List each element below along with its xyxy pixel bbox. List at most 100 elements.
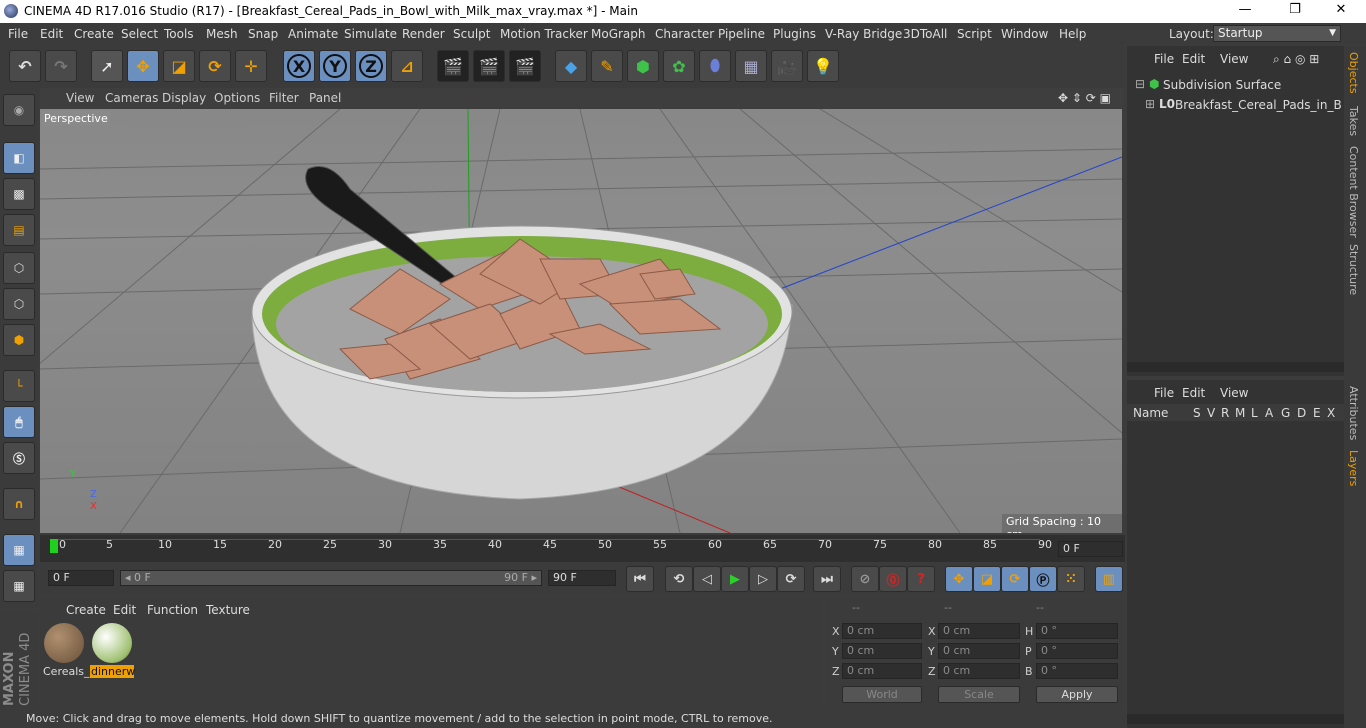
tab-structure[interactable]: Structure [1347, 244, 1360, 295]
model-mode-button[interactable]: ◧ [3, 142, 35, 174]
make-editable-button[interactable]: ◉ [3, 94, 35, 126]
tab-content-browser[interactable]: Content Browser [1347, 146, 1360, 238]
menu-tools[interactable]: Tools [164, 27, 194, 41]
snapping-button[interactable]: Ⓢ [3, 442, 35, 474]
key-parameter-button[interactable]: Ⓟ [1029, 566, 1057, 592]
objects-toolbar-icons[interactable]: ⌕ ⌂ ◎ ⊞ [1273, 52, 1319, 67]
maximize-button[interactable]: ❐ [1280, 2, 1310, 20]
start-frame-field[interactable]: 0 F [48, 570, 114, 586]
redo-button[interactable]: ↷ [45, 50, 77, 82]
material-swatch-cereals[interactable]: Cereals_ [42, 621, 90, 679]
position-y-field[interactable]: 0 cm [842, 643, 922, 659]
menu-animate[interactable]: Animate [288, 27, 338, 41]
menu-edit[interactable]: Edit [40, 27, 63, 41]
move-tool-button[interactable]: ✥ [127, 50, 159, 82]
object-row-breakfast[interactable]: ⊞ L0 Breakfast_Cereal_Pads_in_Bowl_v [1131, 96, 1341, 114]
viewport-menu-view[interactable]: View [66, 91, 94, 105]
deformer-button[interactable]: ⬮ [699, 50, 731, 82]
workplane-button[interactable]: ▤ [3, 214, 35, 246]
layers-menu-edit[interactable]: Edit [1182, 386, 1205, 400]
objects-menu-file[interactable]: File [1154, 52, 1174, 66]
viewport-menu-display[interactable]: Display [162, 91, 206, 105]
menu-file[interactable]: File [8, 27, 28, 41]
magnet-button[interactable]: ∩ [3, 488, 35, 520]
close-button[interactable]: ✕ [1326, 2, 1356, 20]
perspective-viewport[interactable]: Perspective Grid Spacing : 10 cm Y Z X [40, 109, 1122, 533]
menu-character[interactable]: Character [655, 27, 714, 41]
rotate-tool-button[interactable]: ⟳ [199, 50, 231, 82]
tab-attributes[interactable]: Attributes [1347, 386, 1360, 440]
viewport-nav-icons[interactable]: ✥ ⇕ ⟳ ▣ [1058, 91, 1111, 105]
camera-button[interactable]: 🎥 [771, 50, 803, 82]
transform-tool-button[interactable]: ✛ [235, 50, 267, 82]
layers-menu-file[interactable]: File [1154, 386, 1174, 400]
render-settings-button[interactable]: 🎬 [509, 50, 541, 82]
material-menu-create[interactable]: Create [66, 603, 106, 617]
workplane-lock-button[interactable]: ▦ [3, 534, 35, 566]
grid-snap-button[interactable]: ▦ [3, 570, 35, 602]
viewport-menu-panel[interactable]: Panel [309, 91, 341, 105]
edges-mode-button[interactable]: ⬡ [3, 288, 35, 320]
menu-select[interactable]: Select [121, 27, 158, 41]
menu-create[interactable]: Create [74, 27, 114, 41]
array-button[interactable]: ✿ [663, 50, 695, 82]
autokey-button[interactable]: ⓪ [879, 566, 907, 592]
texture-mode-button[interactable]: ▩ [3, 178, 35, 210]
points-mode-button[interactable]: ⬡ [3, 252, 35, 284]
pen-spline-button[interactable]: ✎ [591, 50, 623, 82]
y-axis-button[interactable]: Y [319, 50, 351, 82]
record-keys-button[interactable]: ⊘ [851, 566, 879, 592]
layers-horizontal-scrollbar[interactable] [1127, 714, 1344, 724]
menu-script[interactable]: Script [957, 27, 992, 41]
next-key-button[interactable]: ⟳ [777, 566, 805, 592]
tab-layers[interactable]: Layers [1347, 450, 1360, 486]
keyframe-selection-button[interactable]: ? [907, 566, 935, 592]
subdivision-surface-button[interactable]: ⬢ [627, 50, 659, 82]
key-pla-button[interactable]: ⁙ [1057, 566, 1085, 592]
position-x-field[interactable]: 0 cm [842, 623, 922, 639]
polygons-mode-button[interactable]: ⬢ [3, 324, 35, 356]
rotation-h-field[interactable]: 0 ° [1036, 623, 1118, 639]
scale-tool-button[interactable]: ◪ [163, 50, 195, 82]
menu-simulate[interactable]: Simulate [344, 27, 397, 41]
axis-mode-button[interactable]: └ [3, 370, 35, 402]
floor-button[interactable]: ▦ [735, 50, 767, 82]
key-position-button[interactable]: ✥ [945, 566, 973, 592]
render-picture-viewer-button[interactable]: 🎬 [473, 50, 505, 82]
go-to-end-button[interactable]: ⏭ [813, 566, 841, 592]
size-x-field[interactable]: 0 cm [938, 623, 1020, 639]
go-to-start-button[interactable]: ⏮ [626, 566, 654, 592]
position-z-field[interactable]: 0 cm [842, 663, 922, 679]
size-y-field[interactable]: 0 cm [938, 643, 1020, 659]
previous-frame-button[interactable]: ◁ [693, 566, 721, 592]
material-swatch-dinnerware[interactable]: dinnerw [90, 621, 135, 679]
timeline[interactable]: 0 5 10 15 20 25 30 35 40 45 50 55 60 65 … [40, 535, 1125, 562]
object-row-subdivision[interactable]: ⊟ ⬢ Subdivision Surface [1131, 76, 1341, 94]
current-frame-field[interactable]: 0 F [1058, 541, 1123, 557]
play-button[interactable]: ▶ [721, 566, 749, 592]
frame-range-slider[interactable]: ◂ 0 F 90 F ▸ [120, 570, 542, 586]
minimize-button[interactable]: — [1230, 2, 1260, 20]
previous-key-button[interactable]: ⟲ [665, 566, 693, 592]
material-menu-function[interactable]: Function [147, 603, 198, 617]
viewport-menu-options[interactable]: Options [214, 91, 260, 105]
cube-object-button[interactable]: ◆ [555, 50, 587, 82]
objects-menu-view[interactable]: View [1220, 52, 1248, 66]
menu-render[interactable]: Render [402, 27, 445, 41]
light-button[interactable]: 💡 [807, 50, 839, 82]
apply-button[interactable]: Apply [1036, 686, 1118, 703]
rotation-b-field[interactable]: 0 ° [1036, 663, 1118, 679]
key-rotation-button[interactable]: ⟳ [1001, 566, 1029, 592]
coordinate-space-dropdown[interactable]: World [842, 686, 922, 703]
tweak-mode-button[interactable]: 🖱 [3, 406, 35, 438]
coordinate-system-button[interactable]: ⊿ [391, 50, 423, 82]
size-mode-dropdown[interactable]: Scale [938, 686, 1020, 703]
menu-3dtoall[interactable]: 3DToAll [903, 27, 947, 41]
x-axis-button[interactable]: X [283, 50, 315, 82]
menu-pipeline[interactable]: Pipeline [718, 27, 765, 41]
material-menu-texture[interactable]: Texture [206, 603, 250, 617]
menu-mesh[interactable]: Mesh [206, 27, 238, 41]
objects-horizontal-scrollbar[interactable] [1127, 362, 1344, 372]
next-frame-button[interactable]: ▷ [749, 566, 777, 592]
rotation-p-field[interactable]: 0 ° [1036, 643, 1118, 659]
